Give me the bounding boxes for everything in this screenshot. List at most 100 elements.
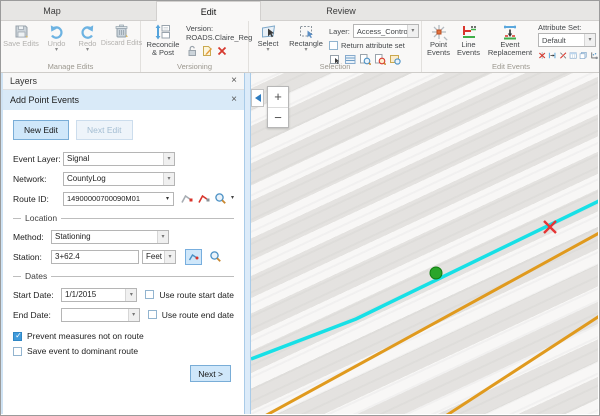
route-id-combobox[interactable]: 14900000700090M01 ▾ xyxy=(63,192,174,206)
line-events-button[interactable]: Line Events xyxy=(455,23,482,57)
station-units-combo-arrow[interactable]: ▾ xyxy=(164,251,175,263)
zoom-in-button[interactable]: + xyxy=(268,87,288,107)
point-event-marker[interactable] xyxy=(430,267,442,279)
route-orange-upper[interactable] xyxy=(263,232,598,414)
redo-button[interactable]: Redo ▾ xyxy=(73,23,102,53)
event-table-icon[interactable] xyxy=(569,50,577,61)
rectangle-dropdown-caret[interactable]: ▾ xyxy=(304,48,307,53)
redo-dropdown-caret[interactable]: ▾ xyxy=(86,48,89,53)
line-events-icon xyxy=(460,23,478,41)
event-replacement-button[interactable]: Event Replacement xyxy=(484,23,536,57)
layer-combo-arrow[interactable]: ▾ xyxy=(407,25,418,37)
method-combobox[interactable]: Stationing ▾ xyxy=(51,230,169,244)
prevent-measures-checkbox[interactable]: ✓ xyxy=(13,332,22,341)
event-layer-combobox[interactable]: Signal ▾ xyxy=(63,152,175,166)
event-layer-combo-arrow[interactable]: ▾ xyxy=(163,153,174,165)
attribute-set-combo-arrow[interactable]: ▾ xyxy=(584,34,595,46)
use-route-end-date-checkbox[interactable]: ✓ xyxy=(148,310,157,319)
layer-label: Layer: xyxy=(329,27,350,36)
layers-pane-close-icon[interactable]: × xyxy=(231,76,237,86)
ribbon-group-edit-events: Point Events Line Events Event Replaceme… xyxy=(422,21,600,72)
collapse-panel-button[interactable] xyxy=(251,89,264,107)
event-xy-tools-icon[interactable] xyxy=(590,50,598,61)
pick-route-from-selection-icon[interactable] xyxy=(197,192,210,205)
zoom-to-route-icon[interactable] xyxy=(214,192,227,205)
panel-splitter[interactable] xyxy=(244,73,251,414)
network-combobox[interactable]: CountyLog ▾ xyxy=(63,172,175,186)
post-version-icon[interactable] xyxy=(201,45,213,57)
delete-version-icon[interactable] xyxy=(216,45,228,57)
copy-events-icon[interactable] xyxy=(579,50,587,61)
end-date-combo-arrow[interactable]: ▾ xyxy=(128,309,139,321)
map-view[interactable]: + − xyxy=(251,73,598,414)
unlock-icon[interactable] xyxy=(186,45,198,57)
save-icon xyxy=(13,23,30,40)
zoom-out-button[interactable]: − xyxy=(268,107,288,127)
realign-event-icon[interactable] xyxy=(559,50,567,61)
route-id-combo-arrow[interactable]: ▾ xyxy=(162,193,173,205)
station-units-combobox[interactable]: Feet ▾ xyxy=(142,250,176,264)
split-event-icon[interactable] xyxy=(538,50,546,61)
tab-review[interactable]: Review xyxy=(291,1,391,21)
route-orange-lower[interactable] xyxy=(444,315,598,414)
select-route-on-map-icon[interactable] xyxy=(180,192,193,205)
attribute-set-label: Attribute Set: xyxy=(538,23,598,32)
undo-button[interactable]: Undo ▾ xyxy=(42,23,71,53)
save-edits-button[interactable]: Save Edits xyxy=(3,23,39,48)
undo-icon xyxy=(48,23,65,40)
attribute-set-combobox[interactable]: Default ▾ xyxy=(538,33,596,47)
pick-location-icon xyxy=(188,251,199,262)
new-edit-button[interactable]: New Edit xyxy=(13,120,69,140)
station-label: Station: xyxy=(13,252,51,262)
next-edit-button[interactable]: Next Edit xyxy=(76,120,133,140)
method-combo-arrow[interactable]: ▾ xyxy=(157,231,168,243)
end-date-combobox[interactable]: ▾ xyxy=(61,308,140,322)
add-point-events-close-icon[interactable]: × xyxy=(231,95,237,105)
add-point-events-title: Add Point Events xyxy=(10,95,79,105)
select-cursor-icon xyxy=(260,23,277,40)
version-value: ROADS.Claire_Reg xyxy=(186,33,252,42)
pick-location-on-map-button[interactable] xyxy=(185,249,202,265)
discard-edits-button[interactable]: Discard Edits xyxy=(103,23,140,48)
start-date-combo-arrow[interactable]: ▾ xyxy=(125,289,136,301)
collapse-arrow-icon xyxy=(255,94,261,102)
end-date-label: End Date: xyxy=(13,310,61,320)
ribbon-group-selection: Select ▾ Rectangle ▾ Layer: Access_Contr… xyxy=(249,21,422,72)
return-attribute-set-checkbox[interactable]: ✓ xyxy=(329,41,338,50)
point-events-button[interactable]: Point Events xyxy=(425,23,452,57)
use-route-start-date-label: Use route start date xyxy=(159,290,234,300)
network-label: Network: xyxy=(13,174,63,184)
selection-options: Layer: Access_Control ▾ ✓ Return attribu… xyxy=(329,24,419,65)
next-button[interactable]: Next > xyxy=(190,365,231,382)
network-combo-arrow[interactable]: ▾ xyxy=(163,173,174,185)
station-input[interactable]: 3+62.4 xyxy=(51,250,139,264)
select-dropdown-caret[interactable]: ▾ xyxy=(266,48,269,53)
layers-pane-title: Layers xyxy=(10,76,37,86)
use-route-end-date-label: Use route end date xyxy=(162,310,234,320)
add-point-events-body: New Edit Next Edit Event Layer: Signal ▾… xyxy=(3,110,244,382)
save-dominant-route-checkbox[interactable]: ✓ xyxy=(13,347,22,356)
reconcile-post-button[interactable]: Reconcile & Post xyxy=(144,23,182,57)
add-point-events-header: Add Point Events × xyxy=(3,90,244,110)
start-date-combobox[interactable]: 1/1/2015 ▾ xyxy=(61,288,137,302)
layer-combobox[interactable]: Access_Control ▾ xyxy=(353,24,419,38)
ribbon-group-manage-edits: Save Edits Undo ▾ Redo ▾ Discard Edits M… xyxy=(1,21,141,72)
ribbon: Save Edits Undo ▾ Redo ▾ Discard Edits M… xyxy=(1,21,599,73)
layers-pane-header: Layers × xyxy=(3,73,244,90)
map-canvas[interactable] xyxy=(251,73,598,414)
app-window: Map Edit Review Save Edits Undo ▾ Redo ▾ xyxy=(0,0,600,416)
use-route-start-date-checkbox[interactable]: ✓ xyxy=(145,290,154,299)
zoom-to-location-button[interactable] xyxy=(209,250,222,263)
rectangle-select-button[interactable]: Rectangle ▾ xyxy=(286,23,326,53)
ribbon-group-versioning: Reconcile & Post Version: ROADS.Claire_R… xyxy=(141,21,249,72)
select-button[interactable]: Select ▾ xyxy=(253,23,283,53)
tab-map[interactable]: Map xyxy=(11,1,93,21)
undo-dropdown-caret[interactable]: ▾ xyxy=(55,48,58,53)
zoom-to-location-icon xyxy=(209,250,222,263)
event-layer-label: Event Layer: xyxy=(13,154,63,164)
offset-event-icon[interactable] xyxy=(548,50,556,61)
discard-trash-icon xyxy=(113,23,130,40)
tab-edit[interactable]: Edit xyxy=(156,1,261,21)
left-dock-panel: Layers × Add Point Events × New Edit Nex… xyxy=(1,73,244,414)
zoom-to-route-caret[interactable]: ▾ xyxy=(231,196,234,201)
